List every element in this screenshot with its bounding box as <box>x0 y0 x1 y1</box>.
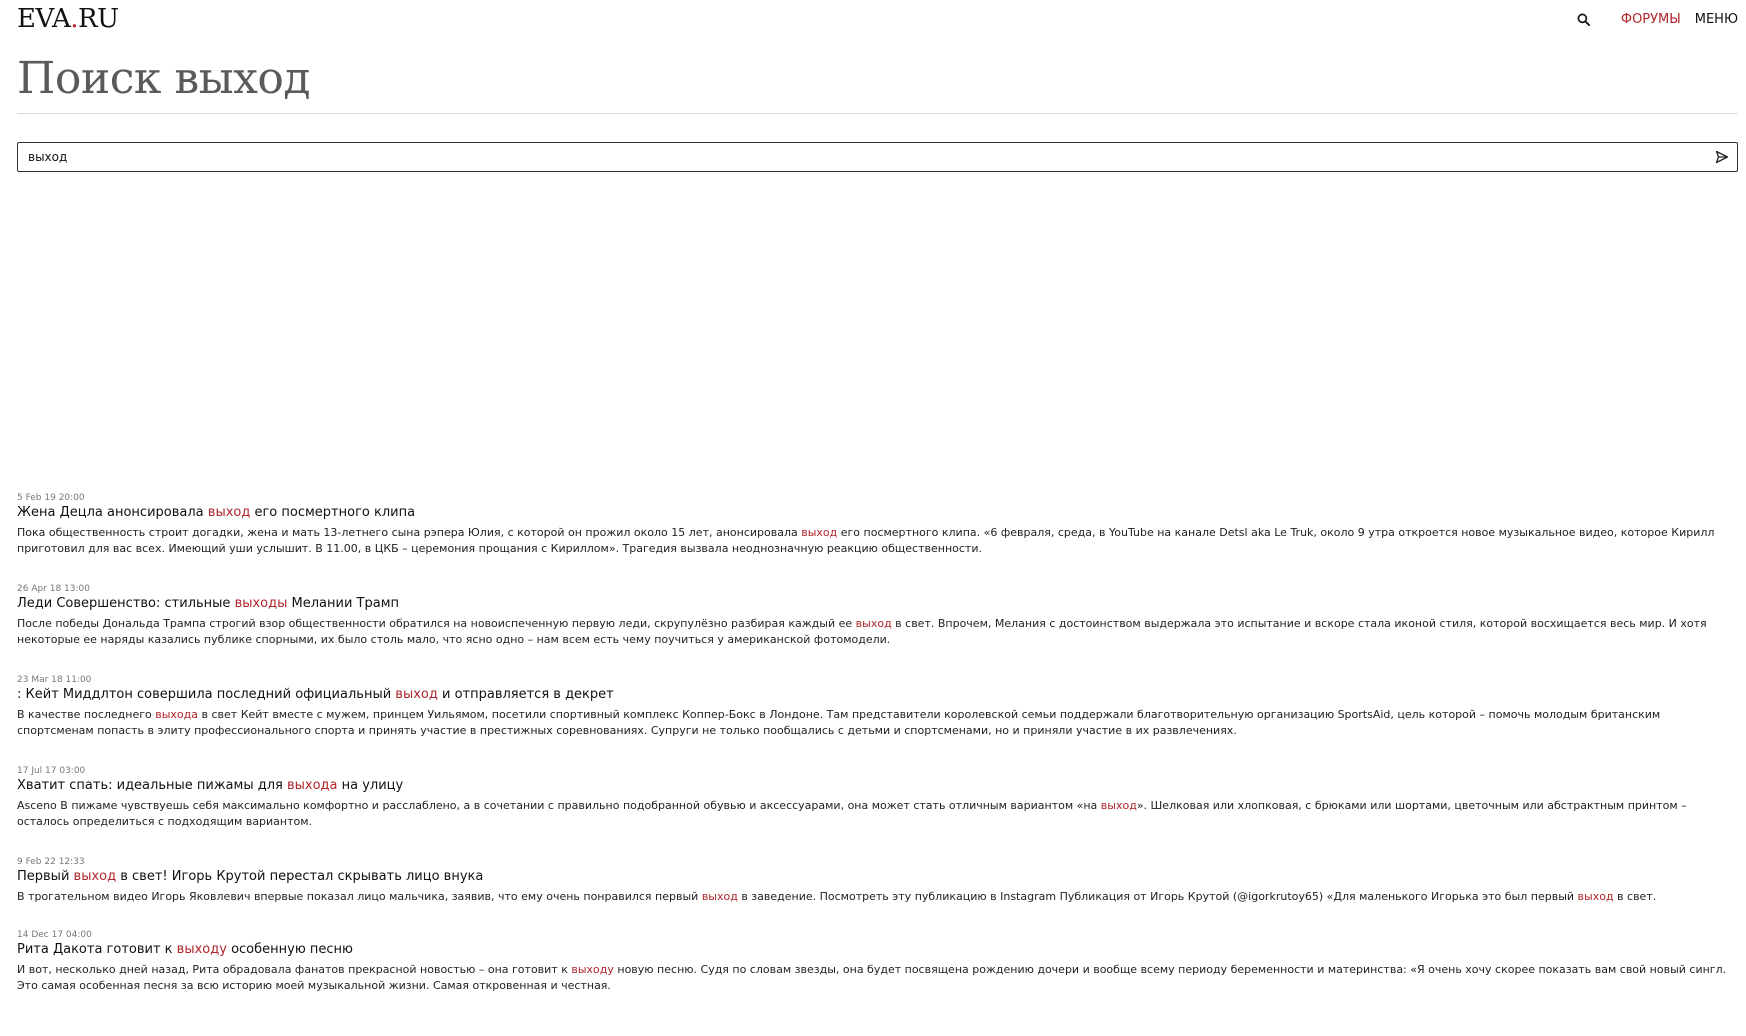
result-date: 23 Mar 18 11:00 <box>17 675 92 685</box>
nav-menu-button[interactable]: МЕНЮ <box>1695 12 1738 27</box>
result-date: 17 Jul 17 03:00 <box>17 766 86 776</box>
ad-placeholder <box>17 172 1738 492</box>
title-text: Первый <box>17 869 74 884</box>
snippet-text: И вот, несколько дней назад, Рита обрадо… <box>17 963 572 976</box>
result-title-link[interactable]: Леди Совершенство: стильные выходы Мелан… <box>17 595 1738 613</box>
snippet-text: Пока общественность строит догадки, жена… <box>17 526 802 539</box>
snippet-text: После победы Дональда Трампа строгий взо… <box>17 617 856 630</box>
title-text: его посмертного клипа <box>250 505 416 520</box>
search-result: 9 Feb 22 12:33 Первый выход в свет! Игорь… <box>17 856 1738 905</box>
snippet-text: В трогательном видео Игорь Яковлевич впе… <box>17 890 702 903</box>
search-box <box>17 142 1738 172</box>
keyword-highlight: выходу <box>571 963 614 976</box>
result-spacer <box>17 905 1738 929</box>
result-snippet: И вот, несколько дней назад, Рита обрадо… <box>17 962 1738 994</box>
nav-forums-link[interactable]: ФОРУМЫ <box>1621 12 1681 27</box>
keyword-highlight: выход <box>73 869 117 884</box>
keyword-highlight: выход <box>395 687 438 702</box>
result-title-link[interactable]: Первый выход в свет! Игорь Крутой перест… <box>17 868 1738 886</box>
search-result: 23 Mar 18 11:00 : Кейт Миддлтон совершила… <box>17 674 1738 739</box>
result-title-link[interactable]: Хватит спать: идеальные пижамы для выход… <box>17 777 1738 795</box>
title-text: на улицу <box>337 778 404 793</box>
title-text: : Кейт Миддлтон совершила последний офиц… <box>17 687 396 702</box>
title-text: Жена Децла анонсировала <box>17 505 208 520</box>
top-bar: EVA.RU ФОРУМЫ МЕНЮ <box>17 0 1738 38</box>
search-result: 17 Jul 17 03:00 Хватит спать: идеальные п… <box>17 765 1738 830</box>
title-text: особенную песню <box>226 942 353 957</box>
snippet-text: Asceno В пижаме чувствуешь себя максимал… <box>17 799 1101 812</box>
result-spacer <box>17 648 1738 674</box>
result-date: 9 Feb 22 12:33 <box>17 857 85 867</box>
keyword-highlight: выход <box>855 617 892 630</box>
keyword-highlight: выход <box>1577 890 1614 903</box>
result-snippet: Asceno В пижаме чувствуешь себя максимал… <box>17 798 1738 830</box>
keyword-highlight: выхода <box>155 708 199 721</box>
result-snippet: Пока общественность строит догадки, жена… <box>17 525 1738 557</box>
logo-dot: . <box>70 4 79 34</box>
page: EVA.RU ФОРУМЫ МЕНЮ Поиск выход 5 Feb 19 … <box>17 0 1738 994</box>
send-icon[interactable] <box>1715 149 1731 165</box>
top-nav: ФОРУМЫ МЕНЮ <box>1575 10 1738 28</box>
title-divider <box>17 113 1738 114</box>
keyword-highlight: выход <box>1100 799 1137 812</box>
snippet-text: В качестве последнего <box>17 708 156 721</box>
result-date: 26 Apr 18 13:00 <box>17 584 90 594</box>
result-snippet: После победы Дональда Трампа строгий взо… <box>17 616 1738 648</box>
title-text: Леди Совершенство: стильные <box>17 596 235 611</box>
result-spacer <box>17 557 1738 583</box>
title-text: Мелании Трамп <box>287 596 400 611</box>
title-text: Рита Дакота готовит к <box>17 942 177 957</box>
search-result: 14 Dec 17 04:00 Рита Дакота готовит к вых… <box>17 929 1738 994</box>
keyword-highlight: выходы <box>234 596 288 611</box>
result-title-link[interactable]: : Кейт Миддлтон совершила последний офиц… <box>17 686 1738 704</box>
keyword-highlight: выход <box>207 505 251 520</box>
search-result: 26 Apr 18 13:00 Леди Совершенство: стильн… <box>17 583 1738 648</box>
logo-text-left: EVA <box>17 4 71 34</box>
result-title-link[interactable]: Жена Децла анонсировала выход его посмер… <box>17 504 1738 522</box>
result-date: 5 Feb 19 20:00 <box>17 493 85 503</box>
result-spacer <box>17 739 1738 765</box>
result-date: 14 Dec 17 04:00 <box>17 930 92 940</box>
keyword-highlight: выход <box>701 890 738 903</box>
site-logo[interactable]: EVA.RU <box>17 6 119 32</box>
result-spacer <box>17 830 1738 856</box>
page-title: Поиск выход <box>17 53 311 104</box>
snippet-text: в заведение. Посмотреть эту публикацию в… <box>737 890 1578 903</box>
keyword-highlight: выход <box>801 526 838 539</box>
logo-text-right: RU <box>78 4 119 34</box>
search-results: 5 Feb 19 20:00 Жена Децла анонсировала вы… <box>17 492 1738 994</box>
snippet-text: в свет Кейт вместе с мужем, принцем Уиль… <box>17 708 1661 737</box>
result-snippet: В качестве последнего выхода в свет Кейт… <box>17 707 1738 739</box>
result-snippet: В трогательном видео Игорь Яковлевич впе… <box>17 889 1738 905</box>
result-title-link[interactable]: Рита Дакота готовит к выходу особенную п… <box>17 941 1738 959</box>
search-result: 5 Feb 19 20:00 Жена Децла анонсировала вы… <box>17 492 1738 557</box>
title-text: в свет! Игорь Крутой перестал скрывать л… <box>116 869 484 884</box>
search-input[interactable] <box>18 143 1698 170</box>
keyword-highlight: выходу <box>176 942 227 957</box>
snippet-text: в свет. <box>1613 890 1657 903</box>
search-icon[interactable] <box>1575 10 1593 28</box>
title-text: Хватит спать: идеальные пижамы для <box>17 778 287 793</box>
title-text: и отправляется в декрет <box>437 687 614 702</box>
keyword-highlight: выхода <box>286 778 338 793</box>
